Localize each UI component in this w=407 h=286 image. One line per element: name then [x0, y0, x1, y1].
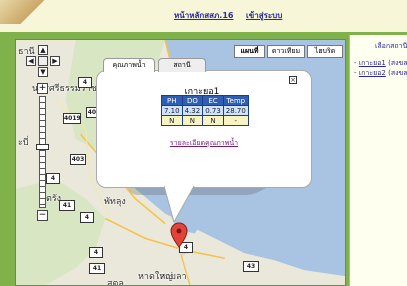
map-label-satun: สตูล	[107, 279, 124, 286]
pan-center-button[interactable]	[38, 56, 48, 66]
station-province: (สงขลา)	[388, 59, 407, 67]
map-label-phatthalung: พัทลุง	[104, 197, 126, 207]
pan-up-button[interactable]: ▲	[38, 45, 48, 55]
road-shield: 41	[59, 200, 75, 211]
zoom-slider[interactable]	[39, 96, 46, 208]
panel-title: เลือกสถานี	[375, 42, 407, 50]
station-link[interactable]: เกาะยอ1	[359, 59, 386, 67]
table-header: Temp	[222, 95, 249, 106]
pan-left-button[interactable]: ◀	[26, 56, 36, 66]
map-type-hybrid-button[interactable]: ไฮบริด	[307, 45, 343, 58]
map-marker-icon[interactable]	[170, 222, 188, 248]
road-shield: 41	[89, 263, 105, 274]
table-header: PH	[161, 95, 183, 106]
home-link[interactable]: หน้าหลักสสภ.16	[174, 9, 233, 22]
road-shield: 4	[80, 212, 94, 223]
pan-down-button[interactable]: ▼	[38, 67, 48, 77]
map-label-hatyai: หาดใหญ่	[138, 272, 173, 282]
station-link[interactable]: เกาะยอ2	[359, 69, 386, 77]
info-window-tail	[164, 186, 195, 222]
map-type-map-button[interactable]: แผนที่	[234, 45, 265, 58]
water-quality-detail-link[interactable]: รายละเอียดคุณภาพน้ำ	[116, 138, 292, 149]
road-shield: 4	[78, 77, 92, 88]
road-shield: 4019	[63, 113, 81, 124]
station-province: (สงขลา)	[388, 69, 407, 77]
map-label-krabi: ะบี่	[18, 138, 29, 148]
table-cell: N	[202, 115, 224, 126]
zoom-in-button[interactable]: +	[37, 83, 48, 94]
water-quality-table: PH DO EC Temp 7.10 4.32 0.73 28.70 N N N…	[161, 95, 249, 126]
station-list-item[interactable]: - เกาะยอ2 (สงขลา)	[354, 68, 407, 79]
station-panel: เลือกสถานี - เกาะยอ1 (สงขลา) - เกาะยอ2 (…	[349, 35, 407, 286]
road-shield: 403	[70, 154, 86, 165]
bullet-icon: -	[354, 59, 357, 67]
close-icon[interactable]: ×	[289, 76, 297, 84]
zoom-out-button[interactable]: −	[37, 210, 48, 221]
table-cell: 4.32	[181, 105, 204, 116]
road-shield: 43	[243, 261, 259, 272]
table-header: EC	[202, 95, 224, 106]
map-type-satellite-button[interactable]: ดาวเทียม	[267, 45, 305, 58]
table-header: DO	[181, 95, 204, 106]
table-cell: -	[222, 115, 249, 126]
top-bar: หน้าหลักสสภ.16 เข้าสู่ระบบ	[0, 0, 407, 32]
login-link[interactable]: เข้าสู่ระบบ	[246, 9, 282, 22]
table-cell: N	[181, 115, 204, 126]
table-cell: 28.70	[222, 105, 249, 116]
table-cell: 7.10	[161, 105, 183, 116]
tab-station[interactable]: สถานี	[158, 58, 206, 72]
zoom-slider-handle[interactable]	[36, 144, 49, 150]
table-cell: N	[161, 115, 183, 126]
tab-water-quality[interactable]: คุณภาพน้ำ	[103, 58, 155, 72]
road-shield: 4	[46, 173, 60, 184]
bullet-icon: -	[354, 69, 357, 77]
pan-right-button[interactable]: ▶	[50, 56, 60, 66]
map-view[interactable]: ธานี นครศรีธรรมราช ะบี่ ตรัง พัทลุง สงขล…	[15, 39, 346, 286]
header-decoration	[0, 0, 56, 24]
road-shield: 4	[89, 247, 103, 258]
table-cell: 0.73	[202, 105, 224, 116]
